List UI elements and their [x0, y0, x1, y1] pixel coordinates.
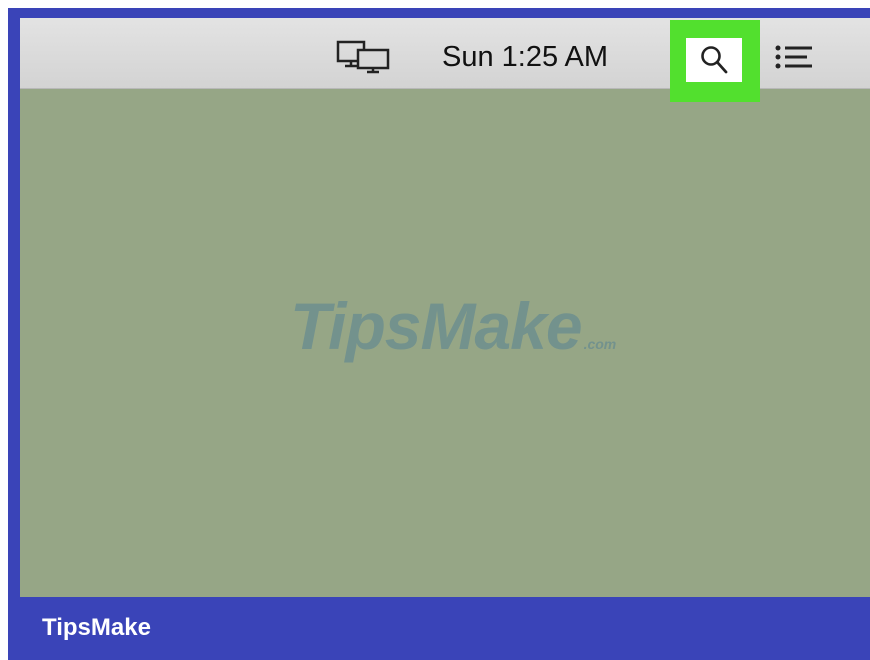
tipsmake-watermark: TipsMake .com: [290, 288, 616, 364]
footer-brand-label: TipsMake: [42, 614, 151, 641]
menubar-clock[interactable]: Sun 1:25 AM: [442, 40, 608, 74]
mac-desktop: Sun 1:25 AM TipsMake .com: [20, 18, 870, 597]
list-icon-graphic: [775, 45, 812, 69]
search-icon: [701, 46, 728, 74]
airplay-display-icon[interactable]: [334, 40, 396, 74]
notification-center-icon[interactable]: [774, 42, 816, 74]
spotlight-search-button-inner[interactable]: [686, 38, 742, 82]
spotlight-search-button[interactable]: [670, 20, 760, 102]
airplay-display-icon-graphic: [336, 40, 390, 74]
watermark-suffix: .com: [583, 336, 617, 352]
watermark-text: TipsMake: [290, 289, 583, 363]
